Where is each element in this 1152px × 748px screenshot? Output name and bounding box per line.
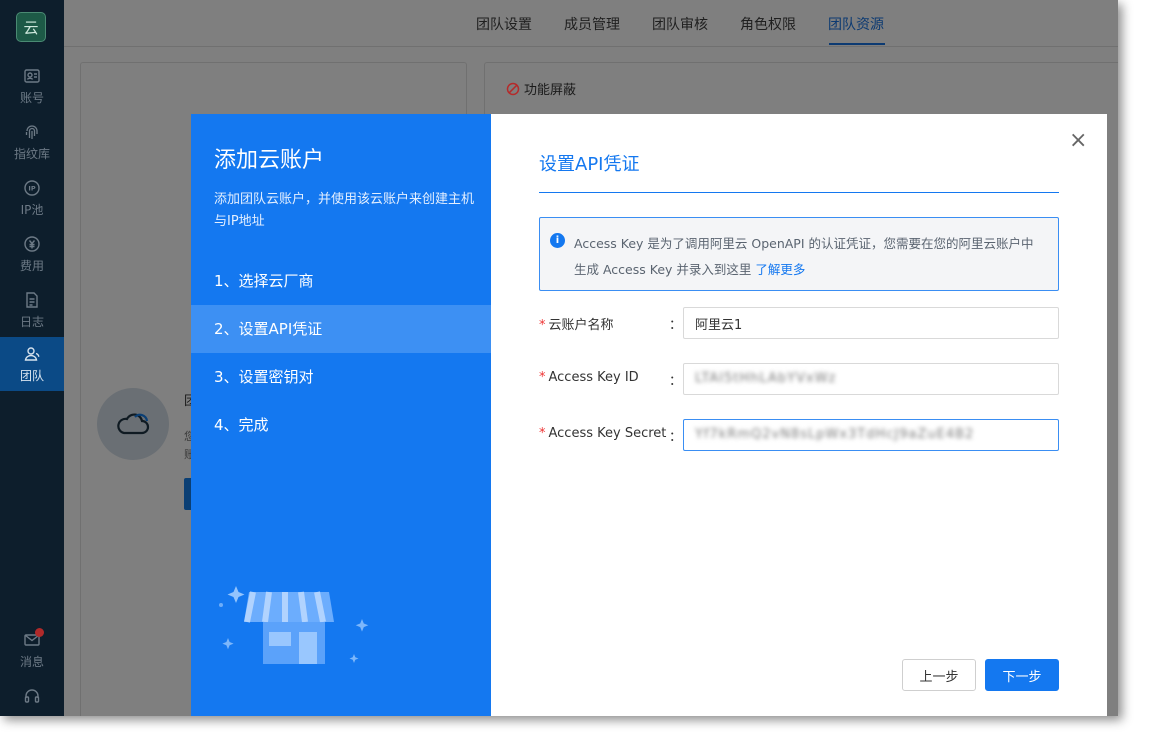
account-name-label: * 云账户名称: [539, 318, 614, 333]
svg-text:IP: IP: [28, 184, 35, 192]
add-cloud-account-modal: 添加云账户 添加团队云账户，并使用该云账户来创建主机与IP地址 1、选择云厂商 …: [191, 114, 1107, 716]
previous-step-button[interactable]: 上一步: [902, 659, 976, 691]
cloud-icon: [117, 413, 150, 435]
close-icon[interactable]: ×: [1069, 130, 1087, 152]
ip-icon: IP: [24, 179, 40, 196]
section-divider: [539, 192, 1059, 193]
step-set-keypair[interactable]: 3、设置密钥对: [191, 353, 491, 401]
headset-icon: [24, 689, 40, 703]
modal-step-panel: 添加云账户 添加团队云账户，并使用该云账户来创建主机与IP地址 1、选择云厂商 …: [191, 114, 491, 716]
modal-title: 添加云账户: [214, 148, 325, 173]
sidebar-item-logs[interactable]: 日志: [0, 284, 64, 336]
notification-badge: [35, 628, 44, 637]
form-colon: ：: [669, 318, 683, 333]
sidebar-item-label: IP池: [20, 202, 44, 217]
id-card-icon: [24, 68, 40, 83]
sidebar: 云 账号 指纹库 IP IP池 费用 日志 团队 消息: [0, 0, 64, 716]
info-alert: i Access Key 是为了调用阿里云 OpenAPI 的认证凭证，您需要在…: [539, 217, 1059, 291]
info-icon: i: [550, 233, 565, 248]
step-set-api-credentials[interactable]: 2、设置API凭证: [191, 305, 491, 353]
app-logo: 云: [16, 12, 46, 42]
cloud-avatar: [97, 388, 169, 460]
access-key-id-label: * Access Key ID: [539, 370, 639, 385]
store-illustration-icon: [219, 586, 369, 664]
team-icon: [24, 346, 40, 361]
tab-member-management[interactable]: 成员管理: [564, 14, 620, 34]
sidebar-item-label: 日志: [19, 314, 44, 329]
fingerprint-icon: [25, 124, 38, 139]
sidebar-item-accounts[interactable]: 账号: [0, 60, 64, 112]
next-step-button[interactable]: 下一步: [985, 659, 1059, 691]
sidebar-item-label: 账号: [19, 90, 44, 105]
form-colon: ：: [669, 430, 683, 445]
sidebar-item-messages[interactable]: 消息: [0, 624, 64, 676]
sidebar-item-label: 指纹库: [13, 146, 50, 161]
access-key-secret-label: * Access Key Secret: [539, 426, 667, 441]
access-key-secret-value: Yf7kRmQ2vN8sLpWx3TdHcJ9aZuE4B2: [695, 427, 975, 442]
yen-icon: [24, 235, 40, 252]
active-tab-indicator: [829, 43, 885, 45]
forbidden-icon: [506, 82, 520, 95]
step-complete[interactable]: 4、完成: [191, 401, 491, 449]
tab-team-settings[interactable]: 团队设置: [476, 14, 532, 34]
tab-team-review[interactable]: 团队审核: [652, 14, 708, 34]
section-title: 设置API凭证: [539, 154, 640, 175]
modal-description: 添加团队云账户，并使用该云账户来创建主机与IP地址: [214, 192, 475, 229]
step-choose-provider[interactable]: 1、选择云厂商: [191, 257, 491, 305]
app-window: 云 账号 指纹库 IP IP池 费用 日志 团队 消息 团队设置 成员管理 团队…: [0, 0, 1118, 716]
sidebar-item-ip-pool[interactable]: IP IP池: [0, 172, 64, 224]
sidebar-item-fingerprints[interactable]: 指纹库: [0, 116, 64, 168]
required-mark: *: [539, 370, 546, 385]
sidebar-item-label: 费用: [19, 258, 44, 273]
access-key-secret-input[interactable]: Yf7kRmQ2vN8sLpWx3TdHcJ9aZuE4B2: [683, 419, 1059, 451]
sidebar-item-support[interactable]: [0, 680, 64, 716]
required-mark: *: [539, 426, 546, 441]
feature-block-label: 功能屏蔽: [506, 79, 576, 98]
sidebar-item-label: 消息: [19, 654, 44, 669]
account-name-input[interactable]: [683, 307, 1059, 339]
modal-content: × 设置API凭证 i Access Key 是为了调用阿里云 OpenAPI …: [491, 114, 1107, 716]
document-icon: [26, 291, 38, 308]
sidebar-item-billing[interactable]: 费用: [0, 228, 64, 280]
form-colon: ：: [669, 374, 683, 389]
access-key-id-value: LTAI5tHhLAbYVxWz: [695, 371, 837, 386]
sidebar-item-team[interactable]: 团队: [0, 337, 64, 391]
tab-role-permissions[interactable]: 角色权限: [740, 14, 796, 34]
tab-bar: 团队设置 成员管理 团队审核 角色权限 团队资源: [64, 0, 1118, 47]
learn-more-link[interactable]: 了解更多: [755, 262, 805, 277]
required-mark: *: [539, 318, 546, 333]
sidebar-item-label: 团队: [19, 368, 44, 383]
access-key-id-input[interactable]: LTAI5tHhLAbYVxWz: [683, 363, 1059, 395]
tab-team-resources[interactable]: 团队资源: [828, 14, 884, 34]
